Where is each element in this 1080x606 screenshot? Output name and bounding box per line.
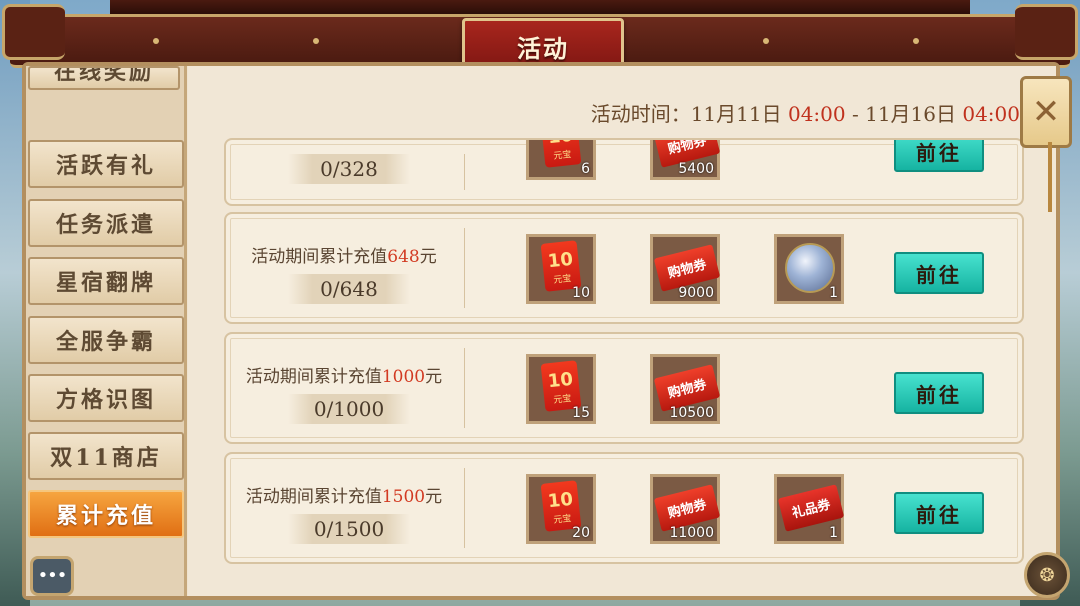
reward-count: 20 — [572, 525, 590, 541]
reward-count: 1 — [829, 285, 838, 301]
frame-corner-left — [2, 4, 65, 60]
sidebar-item-cumulative-recharge[interactable]: 累计充值 — [28, 490, 184, 538]
reward-count: 6 — [581, 161, 590, 177]
reward-count: 5400 — [678, 161, 714, 177]
sidebar-item-grid-puzzle[interactable]: 方格识图 — [28, 374, 184, 422]
event-time-separator: - — [851, 102, 859, 126]
frame-stud — [913, 38, 919, 44]
frame-stud — [153, 38, 159, 44]
sidebar-item-label: 星宿翻牌 — [55, 270, 156, 296]
sidebar-item-active-gift[interactable]: 活跃有礼 — [28, 140, 184, 188]
event-end-time: 04:00 — [962, 102, 1020, 126]
event-time-label: 活动时间： — [590, 102, 691, 126]
page-title: 活动 — [517, 33, 569, 63]
desc-prefix: 活动期间累计充值 — [245, 367, 382, 387]
reward-item[interactable]: 10 元宝 10 — [526, 234, 596, 304]
go-button-label: 前往 — [916, 502, 962, 527]
desc-prefix: 活动期间累计充值 — [251, 247, 388, 267]
event-start-date: 11月11日 — [690, 102, 782, 126]
progress-text: 0/648 — [288, 274, 410, 304]
go-button[interactable]: 前往 — [894, 492, 984, 534]
red-packet-icon: 10元宝 — [540, 140, 582, 168]
row-divider — [464, 468, 465, 548]
row-divider — [464, 154, 465, 190]
chat-button[interactable]: ••• — [30, 556, 74, 596]
sidebar-item-label: 双11商店 — [50, 445, 162, 471]
sidebar-item-label: 任务派遣 — [55, 212, 156, 238]
sidebar-item-label: 累计充值 — [55, 503, 156, 529]
reward-row: 活动期间累计充值1500元 0/1500 10 元宝 20 购物券 11000 礼… — [224, 452, 1024, 564]
go-button-label: 前往 — [916, 262, 962, 287]
close-button[interactable]: ✕ — [1020, 76, 1072, 148]
reward-item[interactable]: 10 元宝 20 — [526, 474, 596, 544]
fan-icon: ❂ — [1039, 564, 1055, 586]
go-button[interactable]: 前往 — [894, 140, 984, 172]
go-button[interactable]: 前往 — [894, 252, 984, 294]
sidebar-item-label: 全服争霸 — [55, 329, 156, 355]
reward-row: 活动期间累计充值648元 0/648 10 元宝 10 购物券 9000 1 前往 — [224, 212, 1024, 324]
row-divider — [464, 348, 465, 428]
reward-row: 0/328 10元宝 6 购物券 5400 前往 — [224, 138, 1024, 206]
reward-count: 9000 — [678, 285, 714, 301]
main-panel: 在线奖励 活跃有礼 任务派遣 星宿翻牌 全服争霸 方格识图 双11商店 累计充值… — [22, 62, 1060, 600]
event-end-date: 11月16日 — [865, 102, 956, 126]
progress-text: 0/1500 — [288, 514, 410, 544]
menu-toggle-button[interactable]: ❂ — [1024, 552, 1070, 598]
reward-item[interactable]: 礼品券 1 — [774, 474, 845, 544]
reward-row: 活动期间累计充值1000元 0/1000 10 元宝 15 购物券 10500 前… — [224, 332, 1024, 444]
reward-item[interactable]: 10元宝 6 — [526, 140, 596, 180]
event-time: 活动时间：11月11日 04:00 - 11月16日 04:00 — [591, 98, 1020, 127]
chat-icon: ••• — [37, 565, 68, 586]
progress-text: 0/328 — [288, 154, 410, 184]
desc-suffix: 元 — [419, 247, 437, 267]
avatar-frame-icon — [785, 243, 835, 293]
sidebar-item-label: 方格识图 — [55, 387, 156, 413]
reward-count: 1 — [829, 525, 838, 541]
close-icon: ✕ — [1031, 92, 1061, 132]
progress-text: 0/1000 — [288, 394, 410, 424]
sidebar-item-task-dispatch[interactable]: 任务派遣 — [28, 199, 184, 247]
reward-item[interactable]: 购物券 10500 — [650, 354, 721, 424]
desc-amount: 1000 — [381, 367, 426, 387]
reward-count: 10 — [572, 285, 590, 301]
frame-corner-right — [1015, 4, 1078, 60]
sidebar-item-label: 活跃有礼 — [55, 153, 156, 179]
frame-stud — [763, 38, 769, 44]
desc-suffix: 元 — [425, 367, 443, 387]
row-divider — [464, 228, 465, 308]
reward-item[interactable]: 购物券 9000 — [650, 234, 721, 304]
sidebar-item-star-flip[interactable]: 星宿翻牌 — [28, 257, 184, 305]
sidebar: 在线奖励 活跃有礼 任务派遣 星宿翻牌 全服争霸 方格识图 双11商店 累计充值… — [26, 66, 187, 596]
lantern-tassel — [1048, 142, 1052, 212]
desc-amount: 648 — [387, 247, 420, 267]
sidebar-item-server-battle[interactable]: 全服争霸 — [28, 316, 184, 364]
desc-prefix: 活动期间累计充值 — [245, 487, 382, 507]
reward-item[interactable]: 10 元宝 15 — [526, 354, 596, 424]
row-description: 活动期间累计充值1000元 — [226, 362, 462, 387]
row-description: 活动期间累计充值1500元 — [226, 482, 462, 507]
desc-amount: 1500 — [381, 487, 426, 507]
frame-stud — [313, 38, 319, 44]
event-start-time: 04:00 — [787, 102, 846, 126]
go-button[interactable]: 前往 — [894, 372, 984, 414]
go-button-label: 前往 — [916, 140, 962, 165]
reward-count: 11000 — [669, 525, 714, 541]
reward-item[interactable]: 1 — [774, 234, 844, 304]
reward-item[interactable]: 购物券 5400 — [650, 140, 721, 180]
sidebar-item-online-reward[interactable]: 在线奖励 — [28, 66, 180, 90]
sidebar-item-double11-shop[interactable]: 双11商店 — [28, 432, 184, 480]
desc-suffix: 元 — [425, 487, 443, 507]
go-button-label: 前往 — [916, 382, 962, 407]
content-area: 活动时间：11月11日 04:00 - 11月16日 04:00 0/328 1… — [188, 66, 1056, 596]
reward-count: 15 — [572, 405, 590, 421]
reward-item[interactable]: 购物券 11000 — [650, 474, 721, 544]
reward-count: 10500 — [669, 405, 714, 421]
row-description: 活动期间累计充值648元 — [226, 242, 462, 267]
sidebar-item-label: 在线奖励 — [53, 66, 154, 85]
